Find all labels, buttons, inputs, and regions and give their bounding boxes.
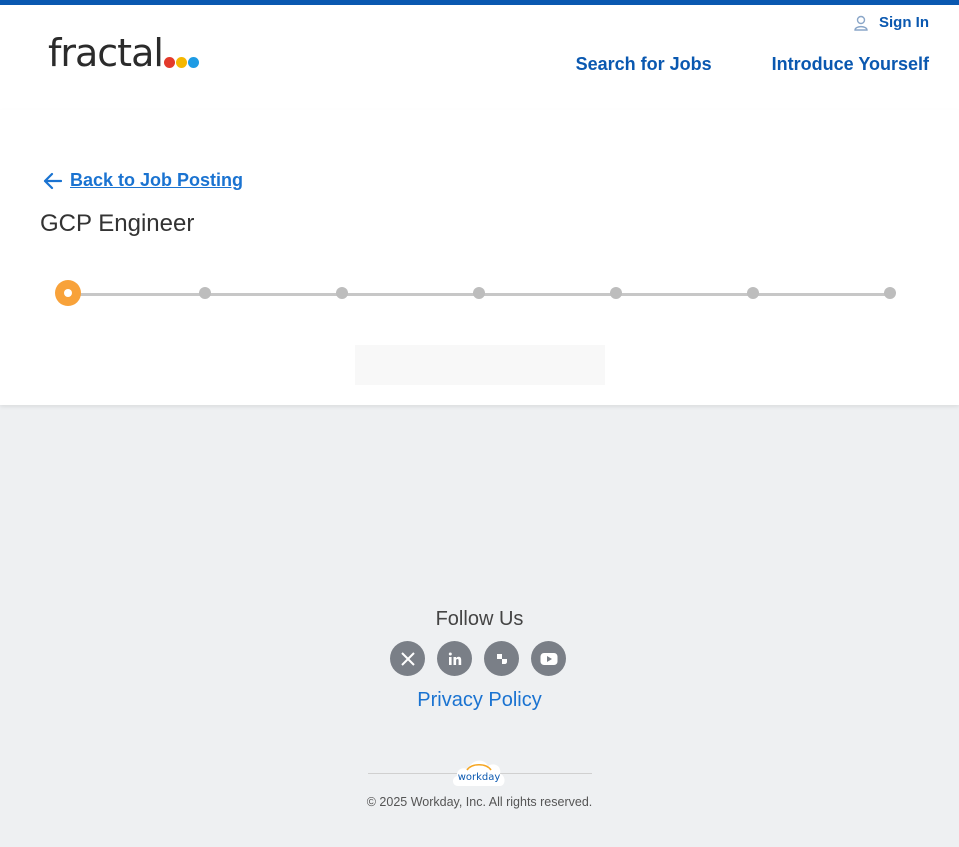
job-title: GCP Engineer [40,210,195,237]
logo-text: fractal [48,31,164,75]
user-icon [854,15,868,31]
application-panel: Back to Job Posting GCP Engineer [0,110,959,405]
youtube-icon[interactable] [531,641,566,676]
main-nav: Search for Jobs Introduce Yourself [576,54,929,75]
loading-placeholder [355,345,605,385]
logo-dot-blue [187,57,199,68]
back-to-job-posting-link[interactable]: Back to Job Posting [42,170,243,191]
linkedin-icon[interactable] [437,641,472,676]
fractal-logo[interactable]: fractal [48,33,199,73]
svg-text:workday: workday [458,772,501,783]
social-links [390,641,566,676]
workday-logo: workday [452,760,505,786]
progress-step-6 [747,287,759,299]
progress-step-1 [55,280,81,306]
nav-introduce-yourself[interactable]: Introduce Yourself [772,54,929,75]
progress-step-4 [473,287,485,299]
progress-step-7 [884,287,896,299]
progress-step-2 [199,287,211,299]
privacy-policy-link[interactable]: Privacy Policy [0,689,959,712]
x-icon[interactable] [390,641,425,676]
progress-step-5 [610,287,622,299]
back-link-label: Back to Job Posting [70,170,244,190]
logo-dot-yellow [175,57,187,68]
sign-in-button[interactable]: Sign In [853,14,929,31]
nav-search-for-jobs[interactable]: Search for Jobs [576,54,712,75]
sign-in-label: Sign In [879,14,929,31]
copyright-text: © 2025 Workday, Inc. All rights reserved… [366,795,593,809]
arrow-left-icon [43,172,62,189]
logo-dot-red [163,57,175,68]
glassdoor-icon[interactable] [484,641,519,676]
site-header: fractal Sign In Search for Jobs Introduc… [0,5,959,110]
follow-us-heading: Follow Us [435,608,524,630]
progress-step-3 [336,287,348,299]
logo-dots [163,57,199,68]
